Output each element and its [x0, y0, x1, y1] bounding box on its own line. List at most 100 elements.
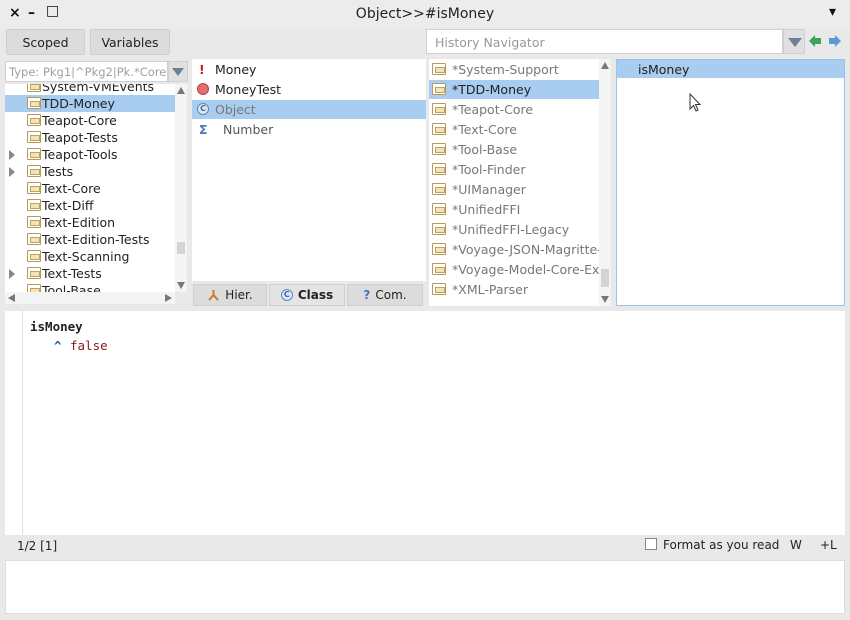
- wrap-toggle[interactable]: W: [790, 538, 802, 552]
- package-filter-dropdown-icon[interactable]: [168, 61, 188, 82]
- class-item[interactable]: Σ Number: [192, 120, 426, 139]
- protocol-folder-icon: [432, 203, 446, 215]
- expand-triangle-icon[interactable]: [9, 150, 15, 160]
- class-label: Number: [223, 122, 274, 137]
- hierarchy-icon: [208, 289, 220, 301]
- protocol-folder-icon: [432, 283, 446, 295]
- bottom-pane[interactable]: [5, 560, 845, 614]
- protocol-item[interactable]: *Text-Core: [429, 120, 599, 139]
- package-item[interactable]: Text-Tests: [5, 265, 175, 282]
- method-item[interactable]: isMoney: [617, 60, 844, 78]
- code-editor[interactable]: isMoney ^ false: [5, 311, 845, 535]
- expand-triangle-icon[interactable]: [9, 167, 15, 177]
- package-label: Text-Core: [42, 181, 101, 196]
- hierarchy-label: Hier.: [225, 288, 253, 302]
- package-label: Tests: [42, 164, 74, 179]
- window-menu-icon[interactable]: ▾: [829, 4, 836, 20]
- class-item[interactable]: MoneyTest: [192, 80, 426, 99]
- class-item[interactable]: C Object: [192, 100, 426, 119]
- method-label: isMoney: [638, 62, 690, 77]
- class-icon: C: [197, 103, 209, 115]
- package-item[interactable]: Teapot-Tests: [5, 129, 175, 146]
- package-icon: [27, 84, 41, 92]
- format-as-you-read-label[interactable]: Format as you read: [663, 538, 779, 552]
- method-selector: isMoney: [30, 319, 83, 334]
- protocol-folder-icon: [432, 123, 446, 135]
- cursor-position: 1/2 [1]: [17, 539, 58, 553]
- protocol-item[interactable]: *Tool-Finder: [429, 160, 599, 179]
- package-list[interactable]: System-VMEvents TDD-Money Teapot-Core Teapo…: [5, 84, 175, 292]
- package-item[interactable]: Tool-Base: [5, 282, 175, 292]
- protocol-item[interactable]: *UIManager: [429, 180, 599, 199]
- hierarchy-button[interactable]: Hier.: [193, 284, 267, 306]
- class-item[interactable]: ! Money: [192, 60, 426, 79]
- history-dropdown-icon[interactable]: [783, 29, 805, 54]
- mouse-cursor-icon: [689, 93, 702, 112]
- protocol-folder-icon: [432, 223, 446, 235]
- protocol-label: *UnifiedFFI: [452, 202, 521, 217]
- package-icon: [27, 233, 41, 245]
- protocol-vscrollbar[interactable]: [599, 59, 611, 306]
- protocol-item[interactable]: *Teapot-Core: [429, 100, 599, 119]
- package-icon: [27, 148, 41, 160]
- package-icon: [27, 199, 41, 211]
- package-hscrollbar[interactable]: [5, 292, 175, 304]
- question-icon: ?: [363, 288, 371, 302]
- package-vscrollbar[interactable]: [175, 84, 187, 292]
- package-label: Text-Edition: [42, 215, 116, 230]
- protocol-label: *Tool-Base: [452, 142, 518, 157]
- package-item[interactable]: Text-Core: [5, 180, 175, 197]
- history-navigator-input[interactable]: History Navigator: [426, 29, 783, 54]
- expand-triangle-icon[interactable]: [9, 269, 15, 279]
- package-label: Teapot-Tests: [42, 130, 118, 145]
- variables-button[interactable]: Variables: [90, 29, 170, 55]
- protocol-item[interactable]: *Tool-Base: [429, 140, 599, 159]
- package-filter-input[interactable]: Type: Pkg1|^Pkg2|Pk.*Core$: [5, 61, 168, 82]
- protocol-item[interactable]: *UnifiedFFI: [429, 200, 599, 219]
- protocol-label: *Voyage-Model-Core-Exten: [452, 262, 599, 277]
- package-item[interactable]: Text-Edition: [5, 214, 175, 231]
- package-icon: [27, 97, 41, 109]
- return-caret: ^: [54, 338, 62, 353]
- protocol-item[interactable]: *Voyage-Model-Core-Exten: [429, 260, 599, 279]
- package-item[interactable]: Text-Edition-Tests: [5, 231, 175, 248]
- package-label: System-VMEvents: [42, 84, 155, 94]
- package-item[interactable]: Teapot-Tools: [5, 146, 175, 163]
- protocol-label: *TDD-Money: [452, 82, 532, 97]
- protocol-label: *Teapot-Core: [452, 102, 534, 117]
- package-item[interactable]: TDD-Money: [5, 95, 175, 112]
- protocol-item[interactable]: *TDD-Money: [429, 80, 599, 99]
- package-item[interactable]: Text-Scanning: [5, 248, 175, 265]
- comment-button[interactable]: ? Com.: [347, 284, 423, 306]
- package-item[interactable]: System-VMEvents: [5, 84, 175, 95]
- protocol-item[interactable]: *UnifiedFFI-Legacy: [429, 220, 599, 239]
- package-item[interactable]: Text-Diff: [5, 197, 175, 214]
- back-arrow-icon[interactable]: [808, 34, 822, 48]
- package-label: Tool-Base: [42, 283, 101, 292]
- class-list[interactable]: ! Money MoneyTest C Object Σ Number: [192, 59, 426, 281]
- package-item[interactable]: Teapot-Core: [5, 112, 175, 129]
- line-numbers-toggle[interactable]: +L: [820, 538, 837, 552]
- window-title: Object>>#isMoney: [355, 6, 495, 22]
- class-side-button[interactable]: C Class: [269, 284, 345, 306]
- package-item[interactable]: Tests: [5, 163, 175, 180]
- package-icon: [27, 165, 41, 177]
- package-icon: [27, 267, 41, 279]
- editor-gutter: [22, 311, 23, 535]
- format-as-you-read-checkbox[interactable]: [645, 538, 657, 550]
- protocol-item[interactable]: *System-Support: [429, 60, 599, 79]
- window-titlebar: × – □ Object>>#isMoney ▾: [0, 0, 850, 28]
- forward-arrow-icon[interactable]: [828, 34, 842, 48]
- scoped-button[interactable]: Scoped: [6, 29, 85, 55]
- protocol-folder-icon: [432, 183, 446, 195]
- package-icon: [27, 284, 41, 292]
- protocol-folder-icon: [432, 63, 446, 75]
- protocol-folder-icon: [432, 243, 446, 255]
- protocol-list[interactable]: *System-Support *TDD-Money *Teapot-Core *Te…: [429, 59, 599, 306]
- protocol-folder-icon: [432, 83, 446, 95]
- protocol-item[interactable]: *XML-Parser: [429, 280, 599, 299]
- package-icon: [27, 131, 41, 143]
- protocol-item[interactable]: *Voyage-JSON-Magritte-Ext: [429, 240, 599, 259]
- method-list[interactable]: isMoney: [616, 59, 845, 306]
- package-label: Text-Edition-Tests: [42, 232, 150, 247]
